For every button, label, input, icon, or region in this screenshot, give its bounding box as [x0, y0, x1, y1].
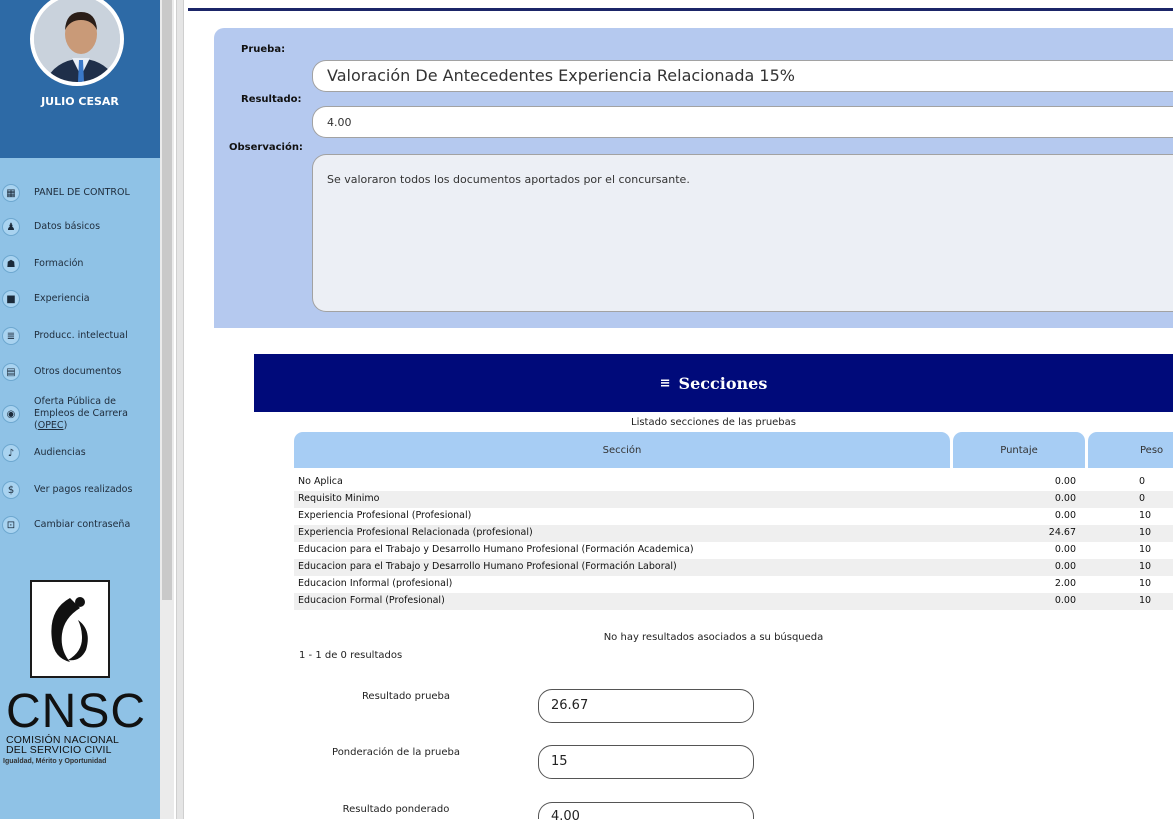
cell-peso: 10: [1139, 544, 1152, 555]
document-icon: ≣: [2, 327, 20, 345]
globe-icon: ◉: [2, 405, 20, 423]
column-header-puntaje[interactable]: Puntaje: [953, 432, 1085, 468]
table-row: Requisito Minimo 0.00 0: [294, 491, 1173, 508]
logo-tagline: Igualdad, Mérito y Oportunidad: [3, 758, 107, 765]
cell-peso: 10: [1139, 527, 1152, 538]
cell-seccion: Educacion Formal (Profesional): [298, 595, 445, 606]
sidebar-item-label: PANEL DE CONTROL: [34, 187, 130, 198]
sidebar-item-panel-de-control[interactable]: ▦ PANEL DE CONTROL: [0, 182, 160, 204]
sidebar-item-label: Formación: [34, 258, 84, 269]
cell-peso: 10: [1139, 561, 1152, 572]
column-header-seccion[interactable]: Sección: [294, 432, 950, 468]
resultado-prueba-field[interactable]: 26.67: [538, 689, 754, 723]
cell-puntaje: 0.00: [1054, 544, 1076, 555]
sidebar-item-cambiar-contrasena[interactable]: ⊡ Cambiar contraseña: [0, 514, 160, 536]
secciones-title: Secciones: [678, 373, 768, 393]
column-header-peso[interactable]: Peso: [1088, 432, 1173, 468]
cell-peso: 10: [1139, 595, 1152, 606]
logo-text: CNSC: [6, 685, 147, 738]
splitter: [176, 0, 184, 819]
no-results-message: No hay resultados asociados a su búsqued…: [603, 632, 824, 643]
avatar: [30, 0, 124, 86]
sidebar-item-label: Cambiar contraseña: [34, 519, 131, 530]
sidebar-item-otros-documentos[interactable]: ▤ Otros documentos: [0, 361, 160, 383]
table-caption: Listado secciones de las pruebas: [631, 417, 796, 428]
sidebar: JULIO CESAR ▦ PANEL DE CONTROL ♟ Datos b…: [0, 0, 160, 819]
sidebar-item-label: Audiencias: [34, 447, 86, 458]
cell-seccion: Educacion para el Trabajo y Desarrollo H…: [298, 561, 677, 572]
cell-seccion: Experiencia Profesional (Profesional): [298, 510, 472, 521]
cell-peso: 0: [1139, 493, 1146, 504]
file-icon: ▤: [2, 363, 20, 381]
observacion-field[interactable]: Se valoraron todos los documentos aporta…: [312, 154, 1173, 312]
table-row: Educacion Informal (profesional) 2.00 10: [294, 576, 1173, 593]
cell-peso: 0: [1139, 476, 1146, 487]
sidebar-item-label: Experiencia: [34, 293, 90, 304]
prueba-field[interactable]: Valoración De Antecedentes Experiencia R…: [312, 60, 1173, 92]
sidebar-scrollbar-thumb[interactable]: [162, 0, 172, 600]
cnsc-logo: CNSC COMISIÓN NACIONAL DEL SERVICIO CIVI…: [0, 580, 160, 765]
sidebar-item-oferta-publica[interactable]: ◉ Oferta Pública de Empleos de Carrera (…: [0, 396, 160, 431]
lock-icon: ⊡: [2, 516, 20, 534]
sidebar-item-audiencias[interactable]: ♪ Audiencias: [0, 442, 160, 464]
cell-peso: 10: [1139, 578, 1152, 589]
cell-puntaje: 0.00: [1054, 595, 1076, 606]
table-row: Experiencia Profesional (Profesional) 0.0…: [294, 508, 1173, 525]
sidebar-item-ver-pagos[interactable]: $ Ver pagos realizados: [0, 479, 160, 501]
sidebar-item-label: Oferta Pública de Empleos de Carrera (OP…: [34, 396, 128, 431]
cell-peso: 10: [1139, 510, 1152, 521]
secciones-table-body: No Aplica 0.00 0 Requisito Minimo 0.00 0 Exp…: [294, 474, 1173, 610]
cell-puntaje: 24.67: [1048, 527, 1076, 538]
cell-seccion: Educacion para el Trabajo y Desarrollo H…: [298, 544, 694, 555]
results-count: 1 - 1 de 0 resultados: [299, 650, 403, 661]
cell-puntaje: 2.00: [1054, 578, 1076, 589]
logo-subtitle: DEL SERVICIO CIVIL: [6, 744, 112, 756]
table-row: Educacion para el Trabajo y Desarrollo H…: [294, 542, 1173, 559]
cell-seccion: Experiencia Profesional Relacionada (pro…: [298, 527, 533, 538]
dollar-icon: $: [2, 481, 20, 499]
table-row: No Aplica 0.00 0: [294, 474, 1173, 491]
resultado-label: Resultado:: [241, 94, 302, 105]
cell-puntaje: 0.00: [1054, 476, 1076, 487]
cell-puntaje: 0.00: [1054, 493, 1076, 504]
ponderacion-field[interactable]: 15: [538, 745, 754, 779]
resultado-prueba-label: Resultado prueba: [361, 691, 451, 702]
people-icon: ♟: [2, 218, 20, 236]
resultado-field[interactable]: 4.00: [312, 106, 1173, 138]
logo-emblem: [30, 580, 110, 678]
profile-panel: JULIO CESAR: [0, 0, 160, 158]
sidebar-item-datos-basicos[interactable]: ♟ Datos básicos: [0, 216, 160, 238]
user-name: JULIO CESAR: [41, 95, 119, 108]
cell-puntaje: 0.00: [1054, 561, 1076, 572]
cell-seccion: Requisito Minimo: [298, 493, 380, 504]
sidebar-item-label: Datos básicos: [34, 221, 101, 232]
sidebar-item-label: Otros documentos: [34, 366, 122, 377]
ponderacion-label: Ponderación de la prueba: [332, 747, 460, 758]
sidebar-item-label: Producc. intelectual: [34, 330, 128, 341]
top-rule: [188, 8, 1173, 11]
sidebar-item-experiencia[interactable]: ■ Experiencia: [0, 288, 160, 310]
sidebar-item-producc-intelectual[interactable]: ≣ Producc. intelectual: [0, 325, 160, 347]
table-row: Educacion Formal (Profesional) 0.00 10: [294, 593, 1173, 610]
table-row: Educacion para el Trabajo y Desarrollo H…: [294, 559, 1173, 576]
sidebar-item-formacion[interactable]: ☗ Formación: [0, 253, 160, 275]
cell-puntaje: 0.00: [1054, 510, 1076, 521]
secciones-header: ≡ Secciones: [254, 354, 1173, 412]
reading-icon: ☗: [2, 255, 20, 273]
menu-icon: ≡: [659, 375, 671, 391]
speaker-icon: ♪: [2, 444, 20, 462]
observacion-label: Observación:: [229, 142, 303, 153]
table-row: Experiencia Profesional Relacionada (pro…: [294, 525, 1173, 542]
dashboard-icon: ▦: [2, 184, 20, 202]
resultado-ponderado-field[interactable]: 4.00: [538, 802, 754, 824]
sidebar-item-label: Ver pagos realizados: [34, 484, 133, 495]
briefcase-icon: ■: [2, 290, 20, 308]
cell-seccion: Educacion Informal (profesional): [298, 578, 453, 589]
resultado-ponderado-label: Resultado ponderado: [342, 804, 450, 815]
cell-seccion: No Aplica: [298, 476, 343, 487]
prueba-label: Prueba:: [241, 44, 286, 55]
